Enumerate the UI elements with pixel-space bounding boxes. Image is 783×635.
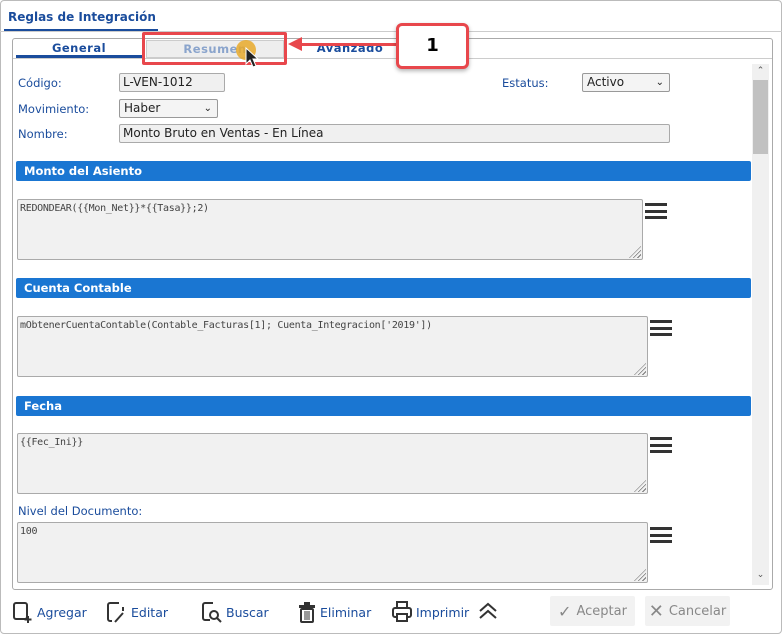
collapse-chevrons-icon[interactable]	[478, 602, 498, 620]
nivel-label: Nivel del Documento:	[18, 504, 143, 518]
resize-grip-icon[interactable]	[634, 569, 646, 581]
tab-general[interactable]: General	[16, 40, 142, 58]
scrollbar-thumb[interactable]	[753, 80, 768, 154]
scroll-down-icon[interactable]: ⌄	[752, 570, 769, 580]
estatus-label: Estatus:	[502, 76, 549, 90]
resize-grip-icon[interactable]	[629, 246, 641, 258]
search-icon	[202, 602, 222, 623]
resize-grip-icon[interactable]	[634, 363, 646, 375]
menu-icon[interactable]	[645, 203, 667, 219]
codigo-input[interactable]: L-VEN-1012	[119, 73, 225, 92]
eliminar-label: Eliminar	[320, 604, 372, 620]
aceptar-label: Aceptar	[576, 603, 627, 619]
mouse-cursor-icon	[245, 47, 259, 68]
resize-grip-icon[interactable]	[634, 480, 646, 492]
nivel-value: 100	[20, 526, 38, 537]
chevron-down-icon: ⌄	[655, 77, 664, 88]
editar-button[interactable]: Editar	[107, 601, 168, 623]
callout-badge: 1	[396, 23, 469, 69]
cancelar-label: Cancelar	[668, 603, 727, 619]
editar-label: Editar	[131, 604, 169, 620]
cancelar-button[interactable]: ✕ Cancelar	[645, 596, 730, 626]
menu-icon[interactable]	[650, 320, 672, 336]
cuenta-formula-textarea[interactable]: mObtenerCuentaContable(Contable_Facturas…	[17, 316, 648, 377]
nivel-textarea[interactable]: 100	[17, 522, 648, 583]
menu-icon[interactable]	[650, 437, 672, 453]
agregar-label: Agregar	[37, 604, 87, 620]
tab-reglas-de-integracion[interactable]: Reglas de Integración	[8, 10, 156, 24]
fecha-formula: {{Fec_Ini}}	[20, 437, 83, 448]
eliminar-button[interactable]: Eliminar	[298, 601, 371, 623]
imprimir-label: Imprimir	[416, 604, 470, 620]
highlight-box	[142, 32, 287, 65]
fecha-formula-textarea[interactable]: {{Fec_Ini}}	[17, 433, 648, 494]
estatus-select[interactable]: Activo ⌄	[582, 73, 670, 92]
callout-arrow	[300, 43, 396, 46]
movimiento-value: Haber	[124, 101, 161, 115]
agregar-button[interactable]: Agregar	[13, 601, 87, 623]
arrow-head-icon	[288, 37, 302, 51]
movimiento-label: Movimiento:	[18, 102, 90, 116]
trash-icon	[299, 602, 315, 623]
edit-icon	[107, 602, 124, 623]
aceptar-button[interactable]: ✓ Aceptar	[550, 596, 635, 626]
divider	[13, 58, 772, 59]
check-icon: ✓	[558, 601, 572, 621]
buscar-label: Buscar	[226, 604, 269, 620]
codigo-label: Código:	[18, 76, 62, 90]
chevron-down-icon: ⌄	[203, 103, 212, 114]
imprimir-button[interactable]: Imprimir	[392, 601, 469, 623]
monto-formula-textarea[interactable]: REDONDEAR({{Mon_Net}}*{{Tasa}};2)	[17, 199, 643, 260]
print-icon	[392, 601, 412, 622]
menu-icon[interactable]	[650, 527, 672, 543]
close-icon: ✕	[648, 600, 664, 622]
buscar-button[interactable]: Buscar	[202, 601, 269, 623]
estatus-value: Activo	[587, 75, 625, 89]
divider	[0, 31, 782, 32]
section-header-fecha: Fecha	[16, 396, 751, 416]
nombre-label: Nombre:	[18, 127, 68, 141]
nombre-input[interactable]: Monto Bruto en Ventas - En Línea	[119, 124, 670, 143]
add-icon	[13, 602, 32, 623]
monto-formula: REDONDEAR({{Mon_Net}}*{{Tasa}};2)	[20, 203, 209, 214]
section-header-cuenta: Cuenta Contable	[16, 278, 751, 298]
movimiento-select[interactable]: Haber ⌄	[119, 99, 218, 118]
scroll-up-icon[interactable]: ⌃	[752, 66, 769, 76]
cuenta-formula: mObtenerCuentaContable(Contable_Facturas…	[20, 320, 432, 331]
section-header-monto: Monto del Asiento	[16, 161, 751, 181]
